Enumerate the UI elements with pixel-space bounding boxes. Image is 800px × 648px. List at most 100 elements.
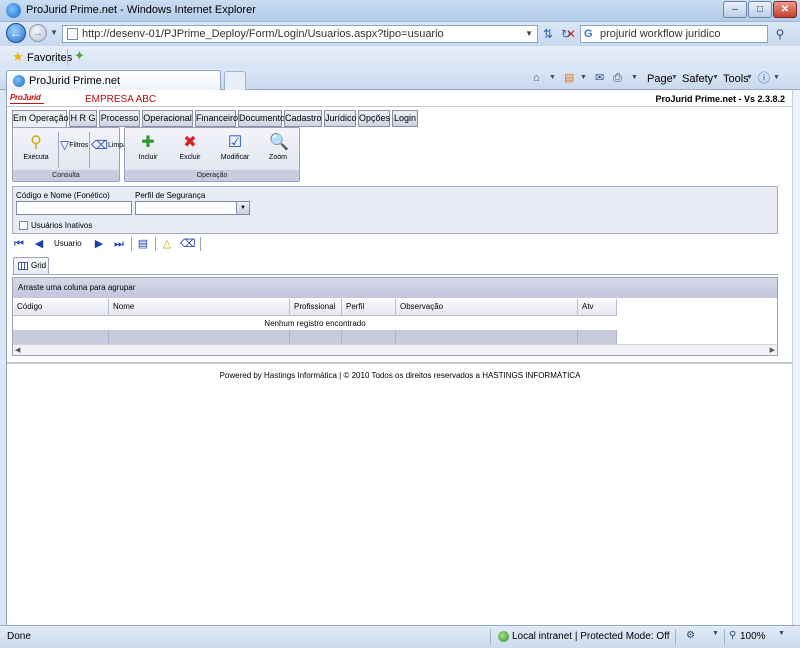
filtros-button[interactable]: ▽Filtros xyxy=(60,138,88,152)
window-title: ProJurid Prime.net - Windows Internet Ex… xyxy=(26,4,256,16)
back-button[interactable]: ← xyxy=(6,23,26,43)
close-window-button[interactable]: ✕ xyxy=(773,1,797,18)
lock-icon[interactable]: △ xyxy=(160,237,174,251)
page-vertical-scrollbar[interactable] xyxy=(792,90,800,625)
add-to-favorites-icon[interactable]: ✦ xyxy=(74,49,85,62)
recent-pages-dropdown-icon[interactable]: ▼ xyxy=(50,28,58,37)
ribbon-group-operacao: ✚ Incluir ✖ Excluir ☑ Modificar 🔍 Zoom O… xyxy=(124,127,300,182)
grid-tab-label: Grid xyxy=(31,261,47,270)
tools-menu[interactable]: Tools xyxy=(723,72,749,86)
footer-cell xyxy=(578,330,617,344)
column-header-codigo[interactable]: Código xyxy=(13,299,109,316)
tab-operacional[interactable]: Operacional xyxy=(142,110,193,127)
scroll-right-icon[interactable]: ▶ xyxy=(770,346,775,354)
zoom-button[interactable]: 🔍 Zoom xyxy=(263,134,293,161)
last-record-icon[interactable]: ⏭ xyxy=(112,237,126,251)
tab-documento[interactable]: Documento xyxy=(238,110,285,127)
compatibility-view-icon[interactable]: ⇅ xyxy=(540,26,556,42)
home-dropdown-icon[interactable]: ▼ xyxy=(549,71,556,85)
eraser-clear-icon[interactable]: ⌫ xyxy=(180,237,196,251)
ribbon-separator xyxy=(58,132,59,168)
help-dropdown-icon[interactable]: ▼ xyxy=(773,71,780,85)
tab-opcoes[interactable]: Opções xyxy=(358,110,390,127)
chevron-down-icon[interactable]: ▼ xyxy=(236,202,249,214)
company-name: EMPRESA ABC xyxy=(85,94,157,105)
codigo-nome-input[interactable] xyxy=(16,201,132,215)
filter-funnel-icon: ▽ xyxy=(60,138,70,152)
page-viewport: ProJurid EMPRESA ABC ProJurid Prime.net … xyxy=(6,90,793,625)
column-header-atv[interactable]: Atv xyxy=(578,299,617,316)
zoom-level[interactable]: 100% xyxy=(740,631,766,642)
tab-grid[interactable]: Grid xyxy=(13,257,49,274)
zoom-dropdown-icon[interactable]: ▼ xyxy=(778,630,785,637)
browser-tab[interactable]: ProJurid Prime.net xyxy=(6,70,221,91)
group-by-hint[interactable]: Arraste uma coluna para agrupar xyxy=(13,278,777,298)
address-dropdown-icon[interactable]: ▼ xyxy=(525,29,533,38)
usuarios-inativos-checkbox[interactable] xyxy=(19,221,28,230)
column-header-nome[interactable]: Nome xyxy=(109,299,290,316)
column-header-observacao[interactable]: Observação xyxy=(396,299,578,316)
grid-footer-row xyxy=(13,330,617,344)
minimize-button[interactable]: – xyxy=(723,1,747,18)
new-tab-button[interactable] xyxy=(224,71,246,90)
intranet-globe-icon xyxy=(498,631,509,642)
incluir-label: Incluir xyxy=(138,154,158,161)
home-icon[interactable]: ⌂ xyxy=(533,71,540,85)
feeds-icon[interactable]: ▤ xyxy=(564,71,574,85)
ie-logo-icon xyxy=(6,3,21,18)
security-zone-text[interactable]: Local intranet | Protected Mode: Off xyxy=(512,631,670,642)
footer-divider xyxy=(7,362,793,364)
tab-financeiro[interactable]: Financeiro xyxy=(195,110,238,127)
favorites-bar xyxy=(0,46,800,68)
page-dropdown-icon[interactable]: ▼ xyxy=(671,71,678,85)
tab-em-operacao[interactable]: Em Operação xyxy=(12,110,69,128)
ribbon-separator xyxy=(89,132,90,168)
tools-dropdown-icon[interactable]: ▼ xyxy=(746,71,753,85)
google-search-icon: G xyxy=(584,28,593,40)
grid-empty-message: Nenhum registro encontrado xyxy=(264,319,366,328)
protected-mode-icon[interactable]: ⚙ xyxy=(686,630,695,641)
perfil-seguranca-select[interactable]: ▼ xyxy=(135,201,250,215)
favorites-button[interactable]: Favorites xyxy=(27,52,72,64)
limpa-button[interactable]: ⌫Limpa xyxy=(91,138,127,152)
page-menu[interactable]: Page xyxy=(647,72,673,86)
first-record-icon[interactable]: ⏮ xyxy=(12,237,26,251)
feeds-dropdown-icon[interactable]: ▼ xyxy=(580,71,587,85)
tab-processo[interactable]: Processo xyxy=(99,110,140,127)
stop-button[interactable]: ✕ xyxy=(563,26,579,42)
next-record-icon[interactable]: ▶ xyxy=(92,237,106,251)
search-input[interactable]: G projurid workflow juridico xyxy=(580,25,768,43)
executa-label: Executa xyxy=(23,154,49,161)
incluir-button[interactable]: ✚ Incluir xyxy=(133,134,163,161)
print-icon[interactable]: ⎙ xyxy=(613,71,622,85)
mail-icon[interactable]: ✉ xyxy=(595,71,604,85)
tab-cadastro[interactable]: Cadastro xyxy=(284,110,322,127)
footer-cell xyxy=(13,330,109,344)
column-header-profissional[interactable]: Profissional xyxy=(290,299,342,316)
excluir-label: Excluir xyxy=(179,154,201,161)
previous-record-icon[interactable]: ◀ xyxy=(32,237,46,251)
grid-horizontal-scrollbar[interactable]: ◀ ▶ xyxy=(13,344,777,355)
column-header-perfil[interactable]: Perfil xyxy=(342,299,396,316)
maximize-button[interactable]: □ xyxy=(748,1,772,18)
executa-button[interactable]: ⚲ Executa xyxy=(18,134,54,161)
excluir-button[interactable]: ✖ Excluir xyxy=(175,134,205,161)
users-grid: Arraste uma coluna para agrupar Código N… xyxy=(12,277,778,356)
safety-menu[interactable]: Safety xyxy=(682,72,713,86)
print-dropdown-icon[interactable]: ▼ xyxy=(631,71,638,85)
help-icon[interactable]: ⓘ xyxy=(758,71,770,85)
scroll-left-icon[interactable]: ◀ xyxy=(15,346,20,354)
tab-juridico[interactable]: Jurídico xyxy=(324,110,357,127)
form-view-icon[interactable]: ▤ xyxy=(136,237,150,251)
status-dropdown-icon[interactable]: ▼ xyxy=(712,630,719,637)
search-icon[interactable]: ⚲ xyxy=(772,26,788,42)
tab-hrg[interactable]: H R G xyxy=(69,110,97,127)
status-text: Done xyxy=(7,631,31,642)
zoom-label: Zoom xyxy=(269,154,287,161)
safety-dropdown-icon[interactable]: ▼ xyxy=(712,71,719,85)
delete-x-icon: ✖ xyxy=(183,134,197,151)
tab-login[interactable]: Login xyxy=(392,110,418,127)
modificar-button[interactable]: ☑ Modificar xyxy=(215,134,255,161)
forward-button[interactable]: → xyxy=(29,24,47,42)
address-input[interactable]: http://desenv-01/PJPrime_Deploy/Form/Log… xyxy=(62,25,538,43)
